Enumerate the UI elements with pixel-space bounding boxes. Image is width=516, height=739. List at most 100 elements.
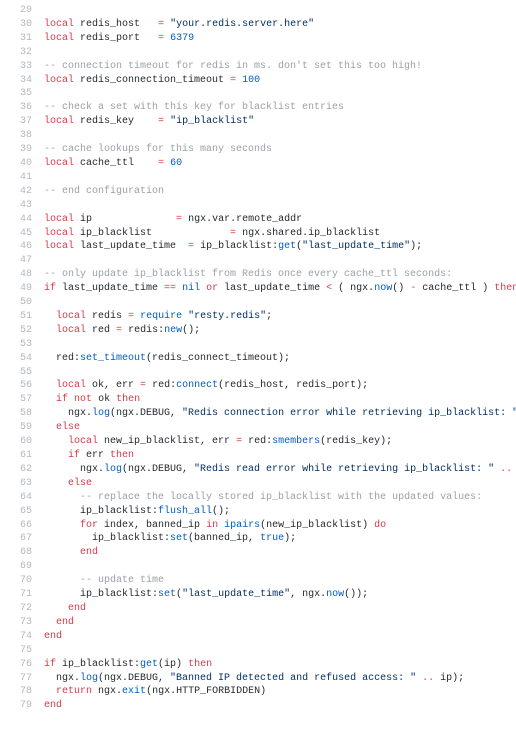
token-nm [44, 380, 56, 391]
token-cmt: -- end configuration [44, 186, 164, 197]
token-kw: for [80, 520, 98, 531]
line-number: 42 [0, 185, 44, 199]
code-line: 58 ngx.log(ngx.DEBUG, "Redis connection … [0, 407, 516, 421]
token-nm: redis: [122, 325, 164, 336]
token-nm [44, 492, 80, 503]
line-number: 61 [0, 449, 44, 463]
line-number: 79 [0, 699, 44, 713]
token-kw: local [44, 75, 74, 86]
token-nm [44, 450, 68, 461]
code-line: 55 [0, 366, 516, 380]
code-content [44, 129, 516, 143]
code-content: return ngx.exit(ngx.HTTP_FORBIDDEN) [44, 685, 516, 699]
code-content [44, 338, 516, 352]
token-nm: redis_connection_timeout [74, 75, 230, 86]
token-nm: ngx.var.remote_addr [182, 214, 302, 225]
code-line: 70 -- update time [0, 574, 516, 588]
token-str: "ip_blacklist" [170, 116, 254, 127]
token-nm: ngx.shared.ip_blacklist [236, 228, 380, 239]
token-kw: if [56, 394, 68, 405]
token-fn: get [140, 659, 158, 670]
code-content: if err then [44, 449, 516, 463]
code-content: local new_ip_blacklist, err = red:smembe… [44, 435, 516, 449]
line-number: 78 [0, 685, 44, 699]
code-line: 35 [0, 87, 516, 101]
token-kw: local [68, 436, 98, 447]
code-content: local red = redis:new(); [44, 324, 516, 338]
token-num: 100 [242, 75, 260, 86]
token-nm: redis [86, 311, 128, 322]
token-kw: end [68, 603, 86, 614]
code-line: 79end [0, 699, 516, 713]
code-line: 40local cache_ttl = 60 [0, 157, 516, 171]
token-kw: local [56, 311, 86, 322]
token-fn: new [164, 325, 182, 336]
token-nm [44, 520, 80, 531]
code-line: 62 ngx.log(ngx.DEBUG, "Redis read error … [0, 463, 516, 477]
code-line: 78 return ngx.exit(ngx.HTTP_FORBIDDEN) [0, 685, 516, 699]
line-number: 39 [0, 143, 44, 157]
token-fn: set_timeout [80, 353, 146, 364]
code-line: 44local ip = ngx.var.remote_addr [0, 213, 516, 227]
line-number: 29 [0, 4, 44, 18]
token-nm: (ip) [158, 659, 188, 670]
code-content: -- only update ip_blacklist from Redis o… [44, 268, 516, 282]
token-nm: ip [74, 214, 176, 225]
code-content: -- cache lookups for this many seconds [44, 143, 516, 157]
code-content: local cache_ttl = 60 [44, 157, 516, 171]
code-line: 76if ip_blacklist:get(ip) then [0, 658, 516, 672]
token-fn: log [92, 408, 110, 419]
line-number: 33 [0, 60, 44, 74]
code-line: 77 ngx.log(ngx.DEBUG, "Banned IP detecte… [0, 672, 516, 686]
code-content [44, 46, 516, 60]
line-number: 60 [0, 435, 44, 449]
line-number: 57 [0, 393, 44, 407]
token-nm: (); [182, 325, 200, 336]
line-number: 66 [0, 519, 44, 533]
token-nm: redis_port [74, 33, 158, 44]
code-content: end [44, 602, 516, 616]
code-line: 63 else [0, 477, 516, 491]
line-number: 41 [0, 171, 44, 185]
token-str: "Redis connection error while retrieving… [182, 408, 516, 419]
token-fn: log [104, 464, 122, 475]
token-str: "last_update_time" [302, 241, 410, 252]
code-content [44, 171, 516, 185]
token-nm: (redis_connect_timeout); [146, 353, 290, 364]
code-content [44, 199, 516, 213]
line-number: 31 [0, 32, 44, 46]
token-cmt: -- connection timeout for redis in ms. d… [44, 61, 422, 72]
token-str: "Redis read error while retrieving ip_bl… [194, 464, 494, 475]
line-number: 50 [0, 296, 44, 310]
code-line: 36-- check a set with this key for black… [0, 101, 516, 115]
line-number: 45 [0, 227, 44, 241]
token-nm: (); [212, 506, 230, 517]
token-op: .. [422, 673, 434, 684]
token-op: .. [500, 464, 512, 475]
token-nm: ip_blacklist: [194, 241, 278, 252]
line-number: 38 [0, 129, 44, 143]
token-kw: not [74, 394, 92, 405]
code-line: 66 for index, banned_ip in ipairs(new_ip… [0, 519, 516, 533]
line-number: 72 [0, 602, 44, 616]
line-number: 40 [0, 157, 44, 171]
code-content: local redis_port = 6379 [44, 32, 516, 46]
code-line: 56 local ok, err = red:connect(redis_hos… [0, 379, 516, 393]
token-nm: cache_ttl ) [416, 283, 494, 294]
code-content: ngx.log(ngx.DEBUG, "Banned IP detected a… [44, 672, 516, 686]
code-line: 51 local redis = require "resty.redis"; [0, 310, 516, 324]
token-nm: new_ip_blacklist, err [98, 436, 236, 447]
line-number: 53 [0, 338, 44, 352]
code-line: 41 [0, 171, 516, 185]
code-line: 42-- end configuration [0, 185, 516, 199]
code-line: 64 -- replace the locally stored ip_blac… [0, 491, 516, 505]
code-content: ip_blacklist:set(banned_ip, true); [44, 532, 516, 546]
token-kw: local [44, 214, 74, 225]
token-fn: ipairs [224, 520, 260, 531]
code-content: ngx.log(ngx.DEBUG, "Redis read error whi… [44, 463, 516, 477]
token-bool: true [260, 533, 284, 544]
token-nm [44, 325, 56, 336]
code-content [44, 296, 516, 310]
line-number: 58 [0, 407, 44, 421]
line-number: 75 [0, 644, 44, 658]
